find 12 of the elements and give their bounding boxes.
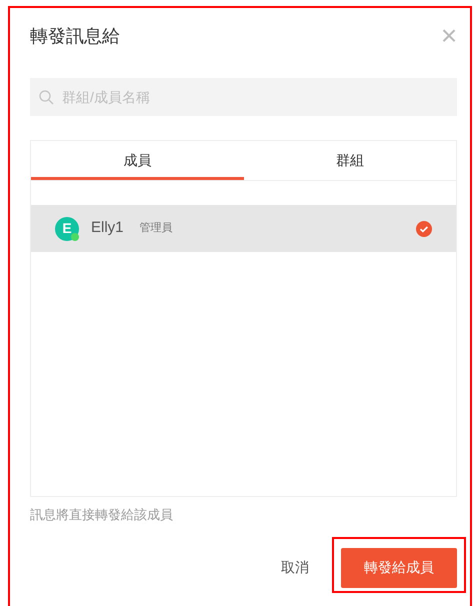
cancel-button[interactable]: 取消 bbox=[279, 548, 311, 588]
member-name: Elly1 bbox=[91, 218, 124, 238]
hint-text: 訊息將直接轉發給該成員 bbox=[30, 506, 174, 524]
member-row[interactable]: E Elly1 管理員 bbox=[31, 205, 456, 252]
search-icon bbox=[39, 90, 54, 105]
tab[interactable]: 成員 bbox=[31, 141, 244, 180]
tab[interactable]: 群組 bbox=[244, 141, 456, 180]
check-icon bbox=[416, 220, 432, 236]
dialog-title: 轉發訊息給 bbox=[30, 24, 120, 48]
forward-button[interactable]: 轉發給成員 bbox=[341, 548, 457, 588]
role-label: 管理員 bbox=[140, 221, 173, 236]
avatar: E bbox=[55, 216, 79, 240]
